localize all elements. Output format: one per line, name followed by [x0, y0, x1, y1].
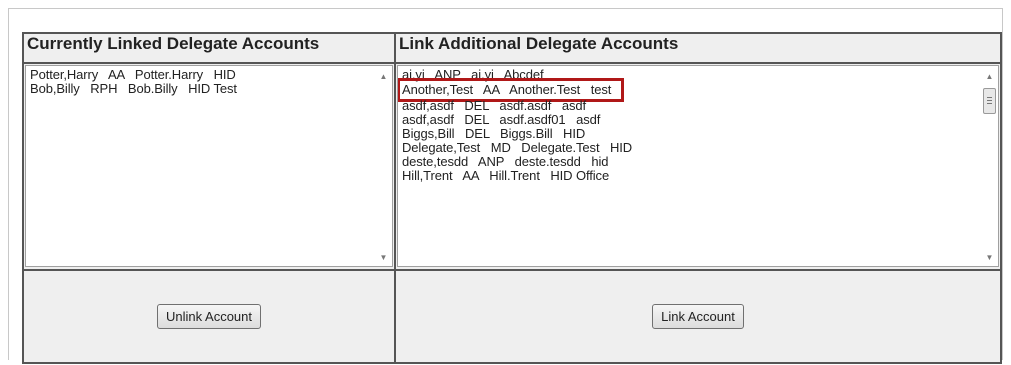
list-item[interactable]: deste,tesdd ANP deste.tesdd hid — [402, 155, 980, 169]
scroll-thumb-grip-icon — [987, 103, 992, 104]
list-item[interactable]: asdf,asdf DEL asdf.asdf asdf — [402, 99, 980, 113]
list-item[interactable]: ai,yi ANP ai.yi Abcdef — [402, 68, 980, 82]
scroll-thumb[interactable] — [983, 88, 996, 114]
linked-list-scrollbar[interactable]: ▲ ▼ — [375, 66, 392, 266]
outer-frame-right-border — [1002, 8, 1003, 360]
list-item[interactable]: asdf,asdf DEL asdf.asdf01 asdf — [402, 113, 980, 127]
additional-accounts-header: Link Additional Delegate Accounts — [394, 32, 1002, 64]
list-item[interactable]: Bob,Billy RPH Bob.Billy HID Test — [30, 82, 374, 96]
additional-accounts-cell: ai,yi ANP ai.yi Abcdef Another,Test AA A… — [394, 62, 1002, 271]
linked-accounts-listbox[interactable]: Potter,Harry AA Potter.Harry HID Bob,Bil… — [25, 65, 393, 267]
scroll-up-arrow-icon[interactable]: ▲ — [985, 72, 994, 81]
list-item[interactable]: Potter,Harry AA Potter.Harry HID — [30, 68, 374, 82]
scroll-down-arrow-icon[interactable]: ▼ — [985, 253, 994, 262]
additional-accounts-listbox[interactable]: ai,yi ANP ai.yi Abcdef Another,Test AA A… — [397, 65, 999, 267]
link-account-button[interactable]: Link Account — [652, 304, 744, 329]
unlink-button-cell: Unlink Account — [22, 269, 396, 364]
list-item-highlighted[interactable]: Another,Test AA Another.Test test — [398, 78, 625, 102]
scroll-down-arrow-icon[interactable]: ▼ — [379, 253, 388, 262]
unlink-account-button[interactable]: Unlink Account — [157, 304, 261, 329]
outer-frame-top-border — [8, 8, 1002, 9]
outer-frame-left-border — [8, 8, 9, 360]
scroll-up-arrow-icon[interactable]: ▲ — [379, 72, 388, 81]
list-item[interactable]: Hill,Trent AA Hill.Trent HID Office — [402, 169, 980, 183]
linked-accounts-cell: Potter,Harry AA Potter.Harry HID Bob,Bil… — [22, 62, 396, 271]
delegate-accounts-table: Currently Linked Delegate Accounts Link … — [22, 32, 1002, 364]
list-item[interactable]: Biggs,Bill DEL Biggs.Bill HID — [402, 127, 980, 141]
scroll-thumb-grip-icon — [987, 97, 992, 98]
additional-list-scrollbar[interactable]: ▲ ▼ — [981, 66, 998, 266]
scroll-thumb-grip-icon — [987, 100, 992, 101]
linked-accounts-header: Currently Linked Delegate Accounts — [22, 32, 396, 64]
link-button-cell: Link Account — [394, 269, 1002, 364]
list-item[interactable]: Delegate,Test MD Delegate.Test HID — [402, 141, 980, 155]
